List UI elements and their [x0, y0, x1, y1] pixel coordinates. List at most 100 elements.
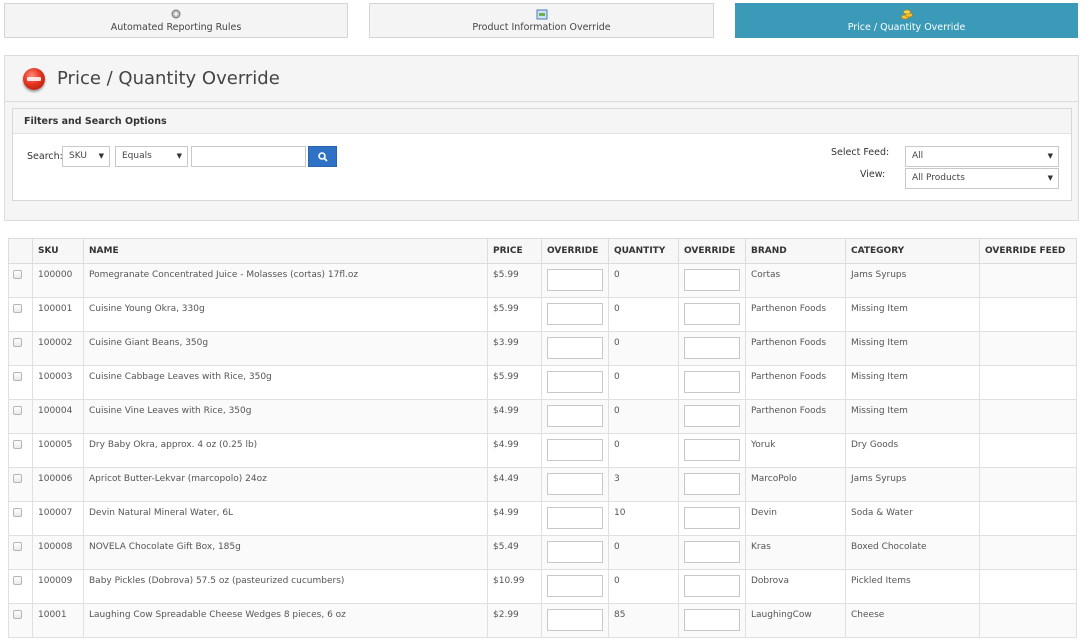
checkbox-cell [8, 467, 33, 502]
quantity-override-input[interactable] [684, 507, 740, 529]
quantity-override-input[interactable] [684, 337, 740, 359]
quantity-override-cell [678, 365, 746, 400]
column-header-quantity[interactable]: QUANTITY [608, 238, 679, 264]
quantity-cell: 0 [608, 297, 679, 332]
tab-price-quantity-override[interactable]: Price / Quantity Override [735, 3, 1078, 38]
quantity-override-cell [678, 603, 746, 638]
quantity-override-input[interactable] [684, 473, 740, 495]
price-cell: $4.49 [487, 467, 542, 502]
override-feed-cell [979, 603, 1077, 638]
table-row: 100007 Devin Natural Mineral Water, 6L $4.… [8, 501, 1077, 536]
quantity-override-input[interactable] [684, 405, 740, 427]
column-header-category[interactable]: CATEGORY [845, 238, 980, 264]
brand-cell: Devin [745, 501, 846, 536]
row-checkbox[interactable] [13, 542, 22, 551]
quantity-cell: 3 [608, 467, 679, 502]
sku-cell: 100008 [32, 535, 84, 570]
rules-icon [171, 9, 181, 18]
view-dropdown[interactable]: All Products ▼ [905, 168, 1059, 189]
select-feed-value: All [912, 151, 924, 161]
checkbox-cell [8, 433, 33, 468]
brand-cell: Yoruk [745, 433, 846, 468]
column-header-sku[interactable]: SKU [32, 238, 84, 264]
row-checkbox[interactable] [13, 372, 22, 381]
column-header-quantity-override[interactable]: OVERRIDE [678, 238, 746, 264]
category-cell: Soda & Water [845, 501, 980, 536]
quantity-override-input[interactable] [684, 439, 740, 461]
row-checkbox[interactable] [13, 440, 22, 449]
price-override-input[interactable] [547, 507, 603, 529]
quantity-override-input[interactable] [684, 269, 740, 291]
quantity-override-input[interactable] [684, 541, 740, 563]
name-cell: Apricot Butter-Lekvar (marcopolo) 24oz [83, 467, 488, 502]
price-cell: $10.99 [487, 569, 542, 604]
price-cell: $5.99 [487, 365, 542, 400]
price-override-input[interactable] [547, 337, 603, 359]
price-override-cell [541, 263, 609, 298]
row-checkbox[interactable] [13, 406, 22, 415]
category-cell: Boxed Chocolate [845, 535, 980, 570]
price-override-input[interactable] [547, 371, 603, 393]
brand-cell: MarcoPolo [745, 467, 846, 502]
sku-cell: 100003 [32, 365, 84, 400]
quantity-cell: 0 [608, 365, 679, 400]
row-checkbox[interactable] [13, 610, 22, 619]
checkbox-cell [8, 365, 33, 400]
column-header-price-override[interactable]: OVERRIDE [541, 238, 609, 264]
price-override-input[interactable] [547, 439, 603, 461]
price-override-input[interactable] [547, 473, 603, 495]
row-checkbox[interactable] [13, 474, 22, 483]
filters-heading: Filters and Search Options [13, 109, 1071, 134]
price-override-input[interactable] [547, 405, 603, 427]
name-cell: NOVELA Chocolate Gift Box, 185g [83, 535, 488, 570]
search-button[interactable] [308, 146, 337, 167]
search-field-select[interactable]: SKU ▼ [62, 146, 110, 167]
name-cell: Baby Pickles (Dobrova) 57.5 oz (pasteuri… [83, 569, 488, 604]
row-checkbox[interactable] [13, 304, 22, 313]
price-cell: $3.99 [487, 331, 542, 366]
quantity-override-input[interactable] [684, 371, 740, 393]
column-header-brand[interactable]: BRAND [745, 238, 846, 264]
sku-cell: 100007 [32, 501, 84, 536]
price-override-input[interactable] [547, 303, 603, 325]
quantity-override-cell [678, 263, 746, 298]
row-checkbox[interactable] [13, 338, 22, 347]
checkbox-cell [8, 399, 33, 434]
price-override-input[interactable] [547, 575, 603, 597]
view-label: View: [860, 169, 886, 180]
name-cell: Cuisine Giant Beans, 350g [83, 331, 488, 366]
price-override-cell [541, 297, 609, 332]
sku-cell: 100004 [32, 399, 84, 434]
tab-automated-reporting-rules[interactable]: Automated Reporting Rules [4, 3, 348, 38]
row-checkbox[interactable] [13, 508, 22, 517]
row-checkbox[interactable] [13, 270, 22, 279]
price-override-input[interactable] [547, 609, 603, 631]
brand-cell: Parthenon Foods [745, 399, 846, 434]
search-operator-select[interactable]: Equals ▼ [115, 146, 188, 167]
row-checkbox[interactable] [13, 576, 22, 585]
price-override-input[interactable] [547, 541, 603, 563]
sku-cell: 100001 [32, 297, 84, 332]
column-header-price[interactable]: PRICE [487, 238, 542, 264]
sku-cell: 100002 [32, 331, 84, 366]
table-row: 100003 Cuisine Cabbage Leaves with Rice, … [8, 365, 1077, 400]
chevron-down-icon: ▼ [176, 152, 182, 160]
price-cell: $5.99 [487, 297, 542, 332]
panel-header: Price / Quantity Override [5, 56, 1078, 102]
quantity-override-input[interactable] [684, 609, 740, 631]
search-input[interactable] [191, 146, 306, 167]
column-header-name[interactable]: NAME [83, 238, 488, 264]
select-feed-dropdown[interactable]: All ▼ [905, 146, 1059, 167]
checkbox-cell [8, 501, 33, 536]
name-cell: Pomegranate Concentrated Juice - Molasse… [83, 263, 488, 298]
quantity-override-input[interactable] [684, 575, 740, 597]
quantity-override-cell [678, 297, 746, 332]
column-header-override-feed[interactable]: OVERRIDE FEED [979, 238, 1077, 264]
tab-product-information-override[interactable]: Product Information Override [369, 3, 714, 38]
name-cell: Cuisine Young Okra, 330g [83, 297, 488, 332]
price-override-input[interactable] [547, 269, 603, 291]
view-value: All Products [912, 173, 965, 183]
override-feed-cell [979, 535, 1077, 570]
price-cell: $5.99 [487, 263, 542, 298]
quantity-override-input[interactable] [684, 303, 740, 325]
